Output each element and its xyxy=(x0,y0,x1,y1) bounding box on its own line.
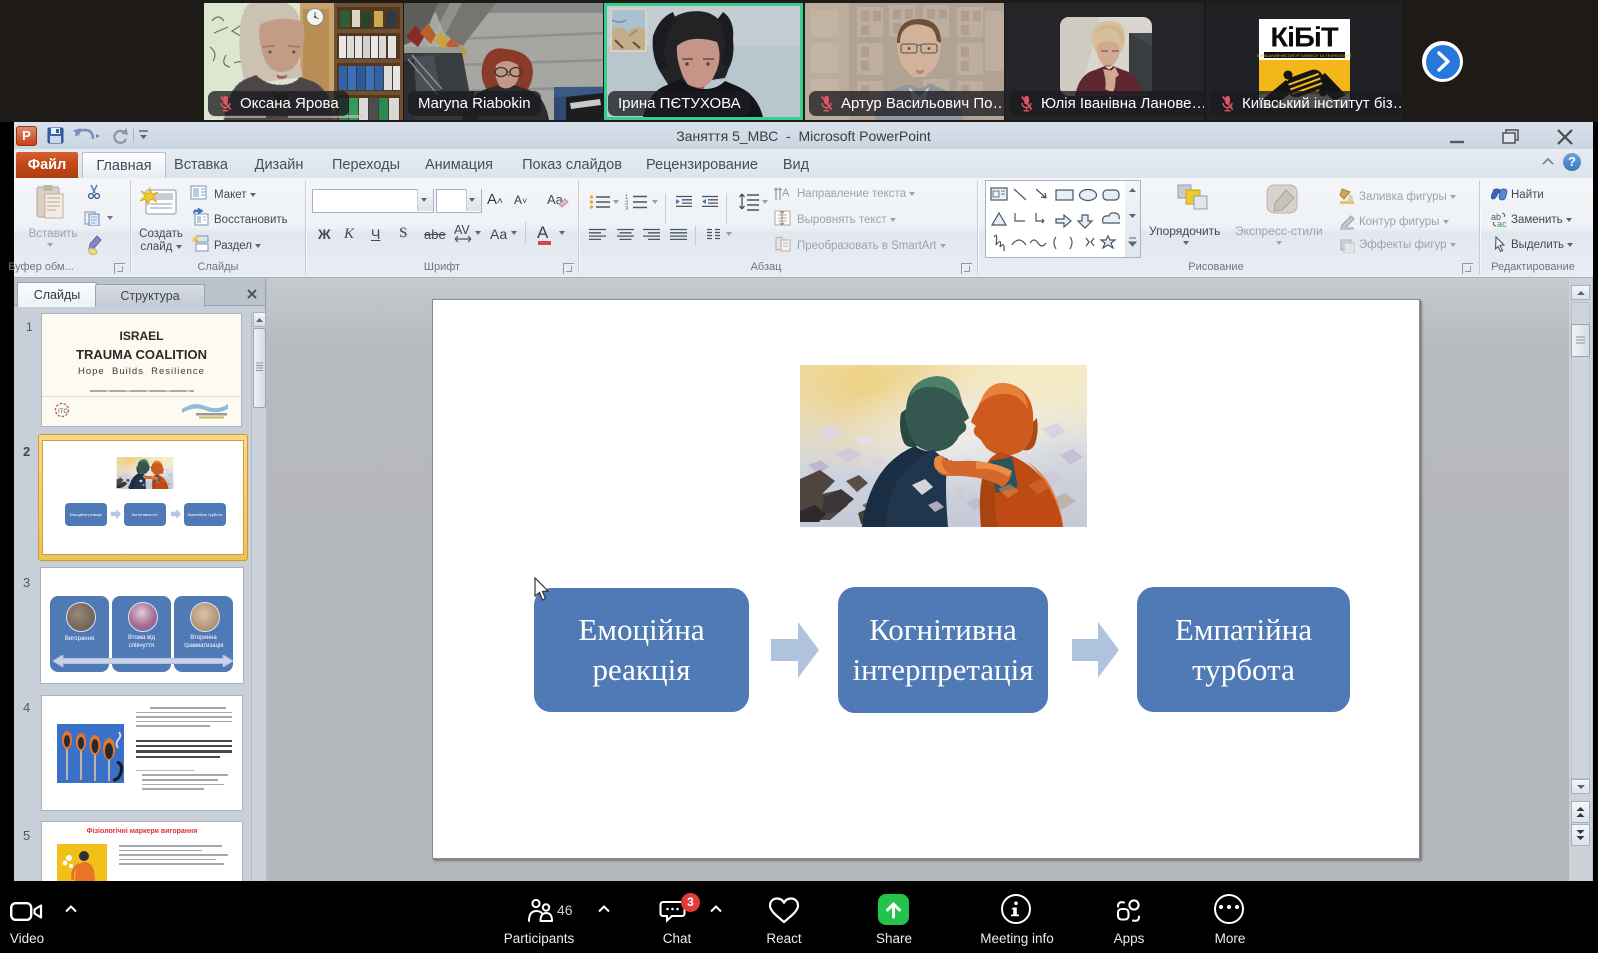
svg-text:ac: ac xyxy=(1497,219,1507,228)
svg-text:3: 3 xyxy=(625,207,629,211)
svg-text:А: А xyxy=(782,187,790,199)
svg-text:КіБіТ: КіБіТ xyxy=(1270,21,1338,52)
svg-text:ITC: ITC xyxy=(58,409,68,415)
svg-text:КИЇВСЬКИЙ ІНСТИТУТ БІЗНЕСУ ТА: КИЇВСЬКИЙ ІНСТИТУТ БІЗНЕСУ ТА ТЕХНОЛОГІЙ xyxy=(1257,53,1351,58)
